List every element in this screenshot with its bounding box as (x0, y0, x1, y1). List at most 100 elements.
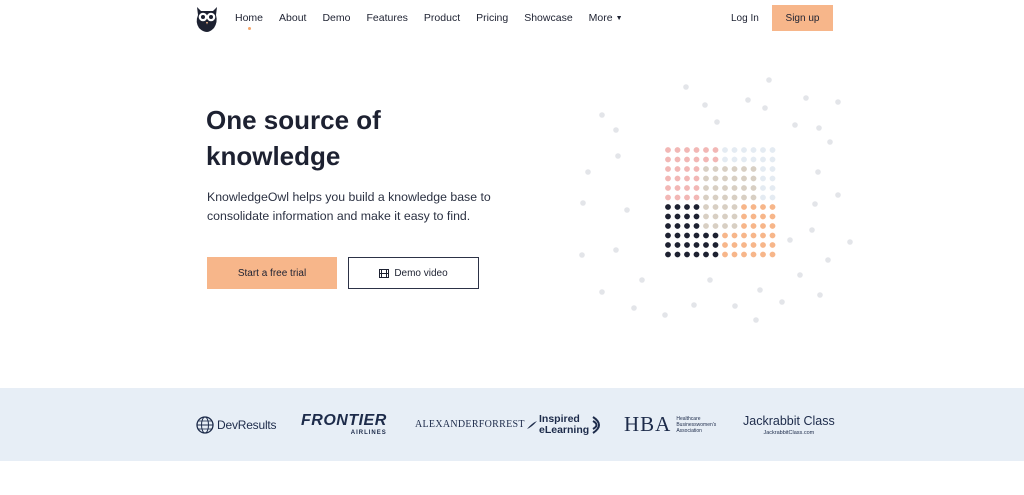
jackrabbit-name: Jackrabbit Class (743, 413, 835, 428)
frontier-logo: FRONTIER AIRLINES (301, 388, 387, 461)
alexander-forrest-logo: ALEXANDERFORREST (415, 388, 538, 461)
nav-more[interactable]: More ▼ (589, 12, 623, 24)
nav-showcase[interactable]: Showcase (524, 12, 572, 24)
grid-dot (665, 242, 671, 248)
grid-dot (731, 204, 738, 210)
nav-demo[interactable]: Demo (322, 12, 350, 24)
grid-dot (722, 147, 728, 153)
inspired-line1: Inspired (539, 412, 580, 425)
grid-dot (674, 223, 681, 229)
top-nav: Home About Demo Features Product Pricing… (0, 0, 1024, 36)
grid-dot (703, 204, 709, 210)
grid-dot (674, 213, 681, 220)
nav-pricing[interactable]: Pricing (476, 12, 508, 24)
grid-dot (741, 185, 747, 191)
grid-dot (750, 223, 757, 229)
nav-features[interactable]: Features (366, 12, 407, 24)
grid-dot (712, 223, 719, 229)
grid-dot (684, 166, 690, 172)
grid-dot (684, 147, 690, 153)
scatter-dot (835, 99, 841, 105)
grid-dot (741, 175, 747, 182)
grid-dot (674, 156, 681, 163)
grid-dot (665, 223, 671, 229)
grid-dot (665, 232, 671, 239)
grid-dot (769, 185, 776, 191)
grid-dot (684, 175, 690, 182)
grid-dot (674, 194, 681, 201)
scatter-dot (835, 192, 841, 198)
devresults-name: DevResults (217, 417, 277, 432)
grid-dot (731, 242, 738, 248)
grid-dot (703, 223, 709, 229)
dot-grid-illustration (579, 77, 853, 323)
grid-dot (741, 242, 747, 248)
grid-dot (769, 213, 776, 220)
grid-dot (665, 185, 671, 191)
grid-dot (665, 251, 671, 258)
hba-logo: HBA Healthcare Businesswomen's Associati… (624, 388, 732, 461)
login-link[interactable]: Log In (731, 13, 759, 24)
owl-logo-icon[interactable] (194, 4, 220, 32)
grid-dot (674, 242, 681, 248)
grid-dot (712, 204, 719, 210)
scatter-dot (787, 237, 793, 243)
demo-video-button[interactable]: Demo video (348, 257, 479, 289)
devresults-logo: DevResults (196, 388, 277, 461)
grid-dot (741, 194, 747, 201)
grid-dot (684, 223, 690, 229)
grid-dot (674, 175, 681, 182)
grid-dot (750, 232, 757, 239)
grid-dot (769, 251, 776, 258)
grid-dot (712, 251, 719, 258)
grid-dot (703, 213, 709, 220)
scatter-dot (613, 127, 619, 133)
alexander-forrest-name: ALEXANDERFORREST (415, 419, 525, 430)
start-trial-button[interactable]: Start a free trial (207, 257, 337, 289)
grid-dot (722, 194, 728, 201)
nav-product[interactable]: Product (424, 12, 460, 24)
grid-dot (665, 147, 671, 153)
nav-about[interactable]: About (279, 12, 306, 24)
grid-dot (693, 147, 700, 153)
inspired-elearning-logo: Inspired eLearning (539, 388, 607, 461)
grid-dot (750, 204, 757, 210)
grid-dot (674, 251, 681, 258)
grid-dot (741, 204, 747, 210)
grid-dot (731, 166, 738, 172)
grid-dot (760, 194, 766, 201)
grid-dot (722, 232, 728, 239)
grid-dot (760, 204, 766, 210)
grid-dot (722, 223, 728, 229)
grid-dot (760, 185, 766, 191)
grid-dot (760, 156, 766, 163)
scatter-dot (816, 125, 822, 131)
grid-dot (712, 194, 719, 201)
scatter-dot (779, 299, 785, 305)
grid-dot (750, 166, 757, 172)
grid-dot (760, 232, 766, 239)
grid-dot (731, 156, 738, 163)
scatter-dot (599, 289, 605, 295)
jackrabbit-class-logo: Jackrabbit Class JackrabbitClass.com (743, 388, 835, 461)
grid-dot (750, 251, 757, 258)
grid-dot (665, 213, 671, 220)
scatter-dot (825, 257, 831, 263)
demo-video-label: Demo video (394, 267, 448, 279)
grid-dot (760, 242, 766, 248)
grid-dot (760, 213, 766, 220)
signup-button[interactable]: Sign up (772, 5, 833, 31)
scatter-dot (762, 105, 768, 111)
nav-home[interactable]: Home (235, 12, 263, 30)
grid-dot (684, 213, 690, 220)
grid-dot (703, 242, 709, 248)
grid-dot (674, 232, 681, 239)
grid-dot (769, 156, 776, 163)
globe-icon (196, 415, 214, 434)
grid-dot (769, 175, 776, 182)
grid-dot (731, 213, 738, 220)
scatter-dot (812, 201, 818, 207)
grid-dot (731, 185, 738, 191)
scatter-dot (631, 305, 637, 311)
scatter-dot (624, 207, 630, 213)
